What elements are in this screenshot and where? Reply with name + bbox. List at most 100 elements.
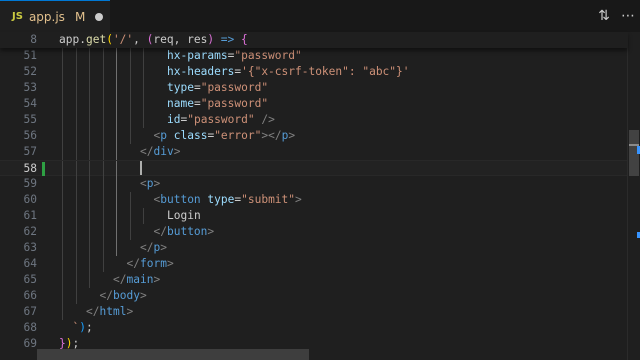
code-token: >: [166, 257, 174, 270]
indent-guide: [102, 176, 104, 192]
indent-guide: [102, 80, 104, 96]
indent-guide: [102, 48, 104, 64]
code-token: p: [160, 129, 167, 142]
code-token: "submit": [241, 193, 296, 206]
javascript-file-icon: JS: [12, 11, 23, 22]
code-line[interactable]: 55 id="password" />: [0, 112, 628, 128]
sticky-scroll-line[interactable]: 8 app.get('/', (req, res) => {: [0, 32, 628, 48]
horizontal-scrollbar-thumb[interactable]: [37, 349, 309, 360]
indent-guide: [116, 176, 117, 192]
line-number: 66: [23, 289, 37, 302]
indent-guide: [62, 256, 63, 272]
code-line[interactable]: 51 hx-params="password": [0, 48, 628, 64]
git-modified-gutter-marker[interactable]: [42, 162, 45, 176]
code-line[interactable]: 65 </main>: [0, 272, 628, 288]
code-line[interactable]: 53 type="password": [0, 80, 628, 96]
code-text: </main>: [113, 272, 160, 288]
code-text: [140, 161, 142, 177]
indent-guide: [62, 304, 63, 320]
code-text: <button type="submit">: [154, 192, 302, 208]
code-token: div: [153, 145, 174, 158]
compare-changes-icon[interactable]: ⇅: [592, 8, 616, 24]
indent-guide: [116, 161, 117, 177]
code-token: ></: [261, 129, 282, 142]
code-token: >: [153, 273, 161, 286]
code-token: res: [187, 33, 208, 46]
indent-guide: [62, 176, 63, 192]
line-number: 65: [23, 273, 37, 286]
code-token: >: [173, 145, 181, 158]
line-number: 69: [23, 337, 37, 350]
code-token: "password": [234, 49, 302, 62]
code-text: Login: [167, 208, 201, 224]
indent-guide: [102, 128, 104, 144]
indent-guide: [75, 256, 77, 272]
code-editor[interactable]: 51 hx-params="password" 52 hx-headers='{"x-…: [0, 32, 628, 360]
indent-guide: [129, 96, 131, 112]
code-line[interactable]: 66 </body>: [0, 288, 628, 304]
indent-guide: [129, 48, 131, 64]
code-line[interactable]: 54 name="password": [0, 96, 628, 112]
code-line[interactable]: 64 </form>: [0, 256, 628, 272]
code-line[interactable]: 57 </div>: [0, 144, 628, 160]
git-modified-badge: M: [74, 9, 86, 24]
indent-guide: [116, 128, 117, 144]
code-token: p: [146, 177, 154, 190]
code-line[interactable]: 67 </html>: [0, 304, 628, 320]
code-line[interactable]: 60 <button type="submit">: [0, 192, 628, 208]
tab-bar: JS app.js M ⇅ ⋯: [0, 0, 640, 33]
line-number: 51: [23, 49, 37, 62]
indent-guide: [75, 96, 77, 112]
code-line[interactable]: 68 `);: [0, 320, 628, 336]
code-text: </button>: [154, 224, 215, 240]
indent-guide: [102, 64, 104, 80]
line-number: 62: [23, 225, 37, 238]
indent-guide: [62, 272, 63, 288]
indent-guide: [62, 112, 63, 128]
indent-guide: [102, 224, 104, 240]
indent-guide: [102, 192, 104, 208]
indent-guide: [89, 96, 90, 112]
code-token: main: [126, 273, 154, 286]
indent-guide: [75, 208, 77, 224]
code-line[interactable]: 56 <p class="error"></p>: [0, 128, 628, 144]
code-line[interactable]: 58: [0, 160, 628, 177]
code-token: type: [167, 81, 194, 94]
indent-guide: [129, 192, 131, 208]
code-token: </: [140, 241, 154, 254]
code-line[interactable]: 62 </button>: [0, 224, 628, 240]
code-line[interactable]: 61 Login: [0, 208, 628, 224]
code-token: =: [193, 81, 201, 94]
code-token: id: [167, 113, 181, 126]
unsaved-dot-icon[interactable]: [95, 12, 104, 21]
code-line[interactable]: 52 hx-headers='{"x-csrf-token": "abc"}': [0, 64, 628, 80]
line-number: 67: [23, 305, 37, 318]
code-token: "password": [187, 113, 255, 126]
line-number: 55: [23, 113, 37, 126]
code-text: id="password" />: [167, 112, 275, 128]
indent-guide: [143, 208, 144, 224]
indent-guide: [116, 224, 117, 240]
indent-guide: [102, 208, 104, 224]
tab-app-js[interactable]: JS app.js M: [0, 0, 110, 32]
line-number: 63: [23, 241, 37, 254]
code-token: body: [112, 289, 140, 302]
code-token: (: [106, 33, 113, 46]
more-actions-icon[interactable]: ⋯: [616, 8, 640, 24]
code-text: `);: [73, 320, 93, 336]
line-number: 59: [23, 177, 37, 190]
code-token: </: [126, 257, 140, 270]
indent-guide: [116, 208, 117, 224]
indent-guide: [62, 240, 63, 256]
indent-guide: [62, 64, 63, 80]
code-text: </html>: [86, 304, 133, 320]
indent-guide: [62, 288, 63, 304]
indent-guide: [89, 112, 90, 128]
vertical-scrollbar[interactable]: [627, 32, 640, 360]
indent-guide: [62, 144, 63, 160]
code-token: >: [288, 129, 296, 142]
code-line[interactable]: 59 <p>: [0, 176, 628, 192]
code-line[interactable]: 63 </p>: [0, 240, 628, 256]
code-token: ): [79, 321, 86, 334]
